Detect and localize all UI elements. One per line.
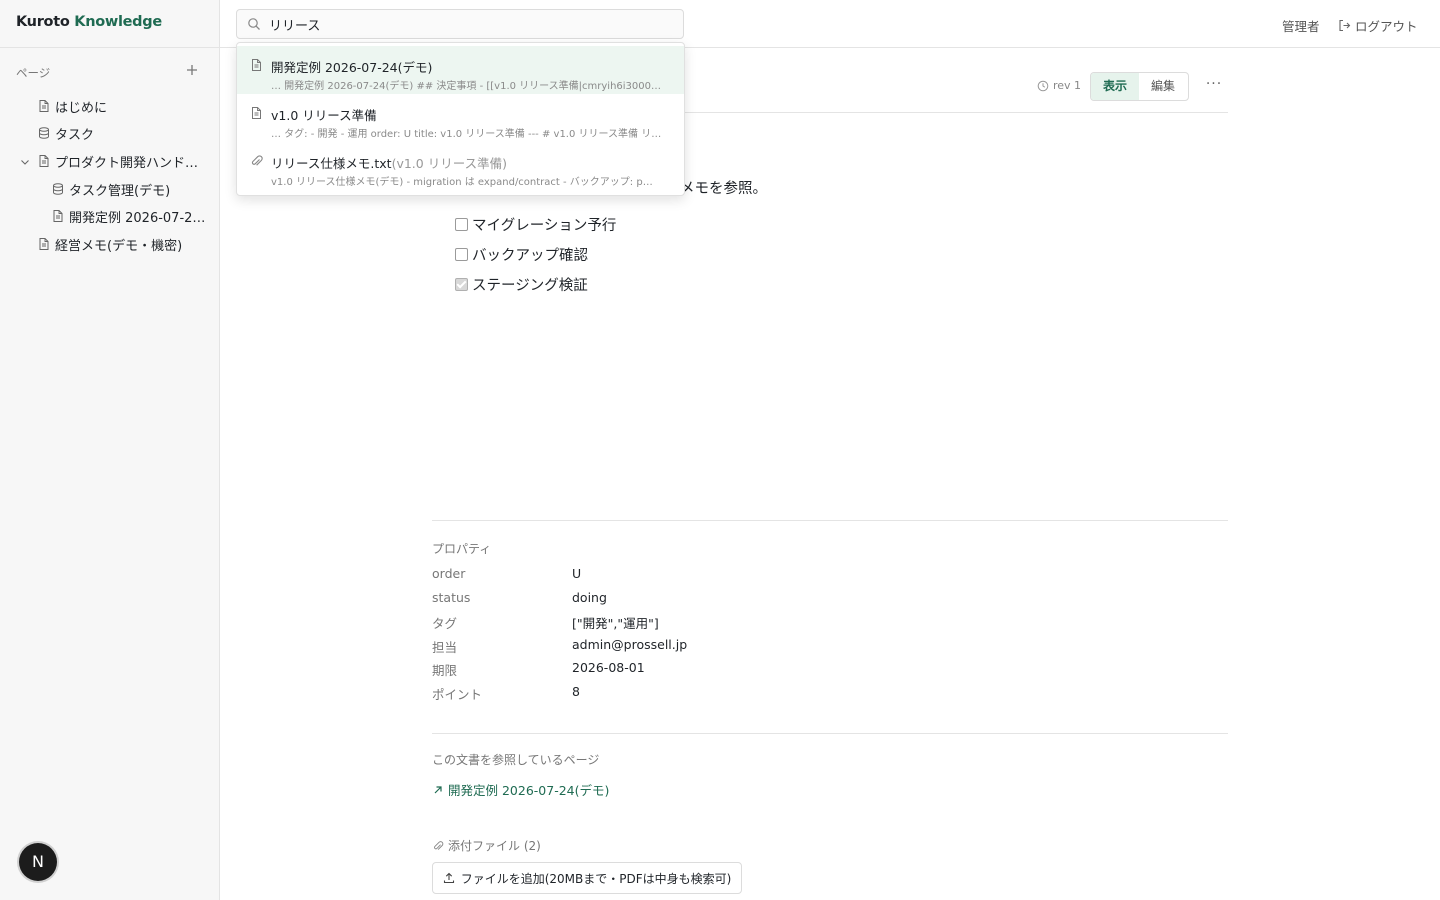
property-key: タグ (432, 616, 458, 631)
sidebar-item-label: 開発定例 2026-07-24… (69, 210, 206, 226)
sidebar-item-label: 経営メモ(デモ・機密) (55, 238, 183, 254)
result-title-text: v1.0 リリース準備 (271, 108, 377, 123)
sidebar-item-tasks[interactable]: タスク (37, 121, 212, 145)
checklist-label: マイグレーション予行 (472, 217, 617, 234)
property-value: doing (572, 590, 607, 605)
property-value: admin@prossell.jp (572, 637, 688, 652)
search-result-snippet: … タグ: - 開発 - 運用 order: U title: v1.0 リリー… (271, 129, 662, 140)
backlink-item[interactable]: 開発定例 2026-07-24(デモ) (433, 780, 609, 799)
page-icon (39, 100, 49, 112)
search-results-dropdown: 開発定例 2026-07-24(デモ) … 開発定例 2026-07-24(デモ… (236, 42, 685, 196)
property-key: order (432, 566, 466, 581)
page-icon (53, 210, 63, 222)
attachments-title: 添付ファイル (2) (432, 837, 541, 854)
admin-label: 管理者 (1282, 19, 1320, 34)
paperclip-icon (434, 840, 444, 850)
sidebar-item-management-memo[interactable]: 経営メモ(デモ・機密) (37, 232, 212, 256)
checklist-item: ステージング検証 (455, 273, 588, 295)
property-key: 担当 (432, 640, 458, 655)
search-result-item[interactable]: v1.0 リリース準備 … タグ: - 開発 - 運用 order: U tit… (237, 94, 684, 142)
logout-label: ログアウト (1355, 19, 1418, 34)
sidebar-item-label: はじめに (55, 100, 108, 116)
checkbox-checked[interactable] (455, 277, 468, 291)
database-icon (39, 127, 49, 139)
search-result-snippet: … 開発定例 2026-07-24(デモ) ## 決定事項 - [[v1.0 リ… (271, 81, 662, 92)
add-file-button[interactable]: ファイルを追加(20MBまで・PDFは中身も検索可) (432, 862, 742, 894)
add-page-button[interactable] (184, 62, 200, 80)
brand-logo[interactable]: Kuroto Knowledge (16, 14, 162, 30)
upload-icon (443, 872, 454, 884)
avatar[interactable]: N (19, 843, 57, 881)
database-icon (53, 183, 63, 195)
property-value: 8 (572, 684, 580, 699)
more-options-icon[interactable]: ··· (1205, 76, 1223, 94)
page-icon (252, 59, 261, 71)
body-paragraph: メモを参照。 (680, 181, 767, 197)
properties-divider (432, 520, 1228, 521)
property-value: 2026-08-01 (572, 660, 645, 675)
backlinks-title: この文書を参照しているページ (432, 753, 600, 767)
checklist-label: バックアップ確認 (472, 247, 588, 264)
sidebar-item-task-management[interactable]: タスク管理(デモ) (51, 177, 211, 201)
sidebar: Kuroto Knowledge ページ はじめに タスク プロダクト開発ハンド… (0, 0, 220, 900)
search-result-title: リリース仕様メモ.txt(v1.0 リリース準備) (271, 153, 507, 172)
checklist-label: ステージング検証 (472, 277, 588, 294)
sidebar-divider (0, 47, 219, 48)
property-key: ポイント (432, 687, 483, 702)
result-subtitle: (v1.0 リリース準備) (391, 156, 507, 171)
property-value: ["開発","運用"] (572, 616, 659, 631)
sidebar-item-product-handbook[interactable]: プロダクト開発ハンド… (37, 149, 207, 173)
property-value: U (572, 566, 582, 581)
logout-button[interactable]: ログアウト (1338, 16, 1418, 35)
revision-indicator[interactable]: rev 1 (1037, 79, 1081, 92)
checklist-item: マイグレーション予行 (455, 213, 616, 235)
view-mode-button[interactable]: 表示 (1091, 73, 1139, 100)
checklist-item: バックアップ確認 (455, 243, 588, 265)
properties-title: プロパティ (432, 542, 492, 556)
search-result-item[interactable]: 開発定例 2026-07-24(デモ) … 開発定例 2026-07-24(デモ… (237, 46, 684, 94)
logout-icon (1339, 19, 1351, 32)
search-result-item[interactable]: リリース仕様メモ.txt(v1.0 リリース準備) v1.0 リリース仕様メモ(… (237, 142, 684, 190)
clock-icon (1037, 80, 1049, 91)
page-icon (39, 238, 49, 250)
arrow-up-right-icon (434, 785, 442, 793)
plus-icon (187, 65, 197, 75)
checkbox[interactable] (455, 217, 468, 231)
pages-section-label: ページ (16, 66, 51, 80)
brand-name-part1: Kuroto (16, 14, 70, 30)
paperclip-icon (251, 155, 263, 166)
chevron-down-icon[interactable] (18, 154, 32, 168)
attachments-title-text: 添付ファイル (2) (448, 839, 541, 853)
page-icon (252, 107, 261, 119)
edit-mode-button[interactable]: 編集 (1139, 73, 1187, 100)
revision-label: rev 1 (1053, 79, 1082, 92)
backlinks-divider (432, 733, 1228, 734)
sidebar-item-label: プロダクト開発ハンド… (55, 155, 199, 171)
search-icon (248, 18, 260, 30)
search-result-title: 開発定例 2026-07-24(デモ) (271, 57, 432, 76)
search-result-title: v1.0 リリース準備 (271, 105, 377, 124)
property-key: 期限 (432, 663, 458, 678)
sidebar-item-dev-meeting[interactable]: 開発定例 2026-07-24… (51, 204, 206, 228)
search-result-snippet: v1.0 リリース仕様メモ(デモ) - migration は expand/c… (271, 177, 653, 188)
backlink-label: 開発定例 2026-07-24(デモ) (448, 783, 610, 798)
top-bar: 管理者 ログアウト (220, 0, 1440, 48)
admin-link[interactable]: 管理者 (1282, 16, 1320, 35)
search-input[interactable] (267, 13, 671, 35)
sidebar-item-label: タスク管理(デモ) (69, 183, 171, 199)
page-icon (39, 155, 49, 167)
add-file-label: ファイルを追加(20MBまで・PDFは中身も検索可) (460, 871, 732, 886)
search-box[interactable] (236, 9, 684, 39)
view-mode-toggle: 表示 編集 (1090, 72, 1189, 101)
result-title-text: リリース仕様メモ.txt (271, 156, 392, 171)
checkbox[interactable] (455, 247, 468, 261)
sidebar-item-intro[interactable]: はじめに (37, 94, 212, 118)
property-key: status (432, 590, 471, 605)
brand-name-part2: Knowledge (74, 14, 162, 30)
sidebar-item-label: タスク (55, 127, 95, 143)
result-title-text: 開発定例 2026-07-24(デモ) (271, 60, 433, 75)
